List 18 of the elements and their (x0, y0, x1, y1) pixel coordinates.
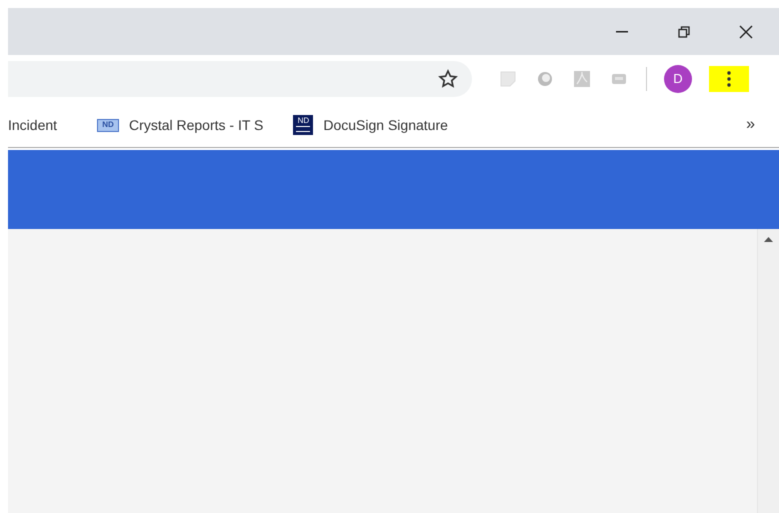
profile-avatar[interactable]: D (664, 65, 692, 93)
bookmark-favicon: ND (97, 118, 120, 132)
note-icon[interactable] (498, 69, 518, 89)
pdf-icon[interactable] (572, 69, 592, 89)
bookmark-link[interactable]: Crystal Reports - IT S (129, 114, 264, 136)
bookmarks-overflow-button[interactable]: » (746, 113, 755, 137)
bookmark-link[interactable]: DocuSign Signature (323, 114, 448, 136)
star-icon[interactable] (438, 69, 458, 89)
circle-icon[interactable] (535, 69, 555, 89)
scroll-up-icon[interactable] (764, 237, 773, 242)
restore-icon (678, 26, 690, 38)
bookmark-favicon: ND (293, 115, 314, 135)
bookmark-link[interactable]: Incident (8, 114, 58, 136)
close-icon (739, 24, 753, 38)
minimize-icon (616, 30, 628, 32)
menu-button[interactable] (709, 66, 749, 92)
more-vertical-icon (727, 71, 731, 87)
scrollbar[interactable] (757, 229, 779, 513)
